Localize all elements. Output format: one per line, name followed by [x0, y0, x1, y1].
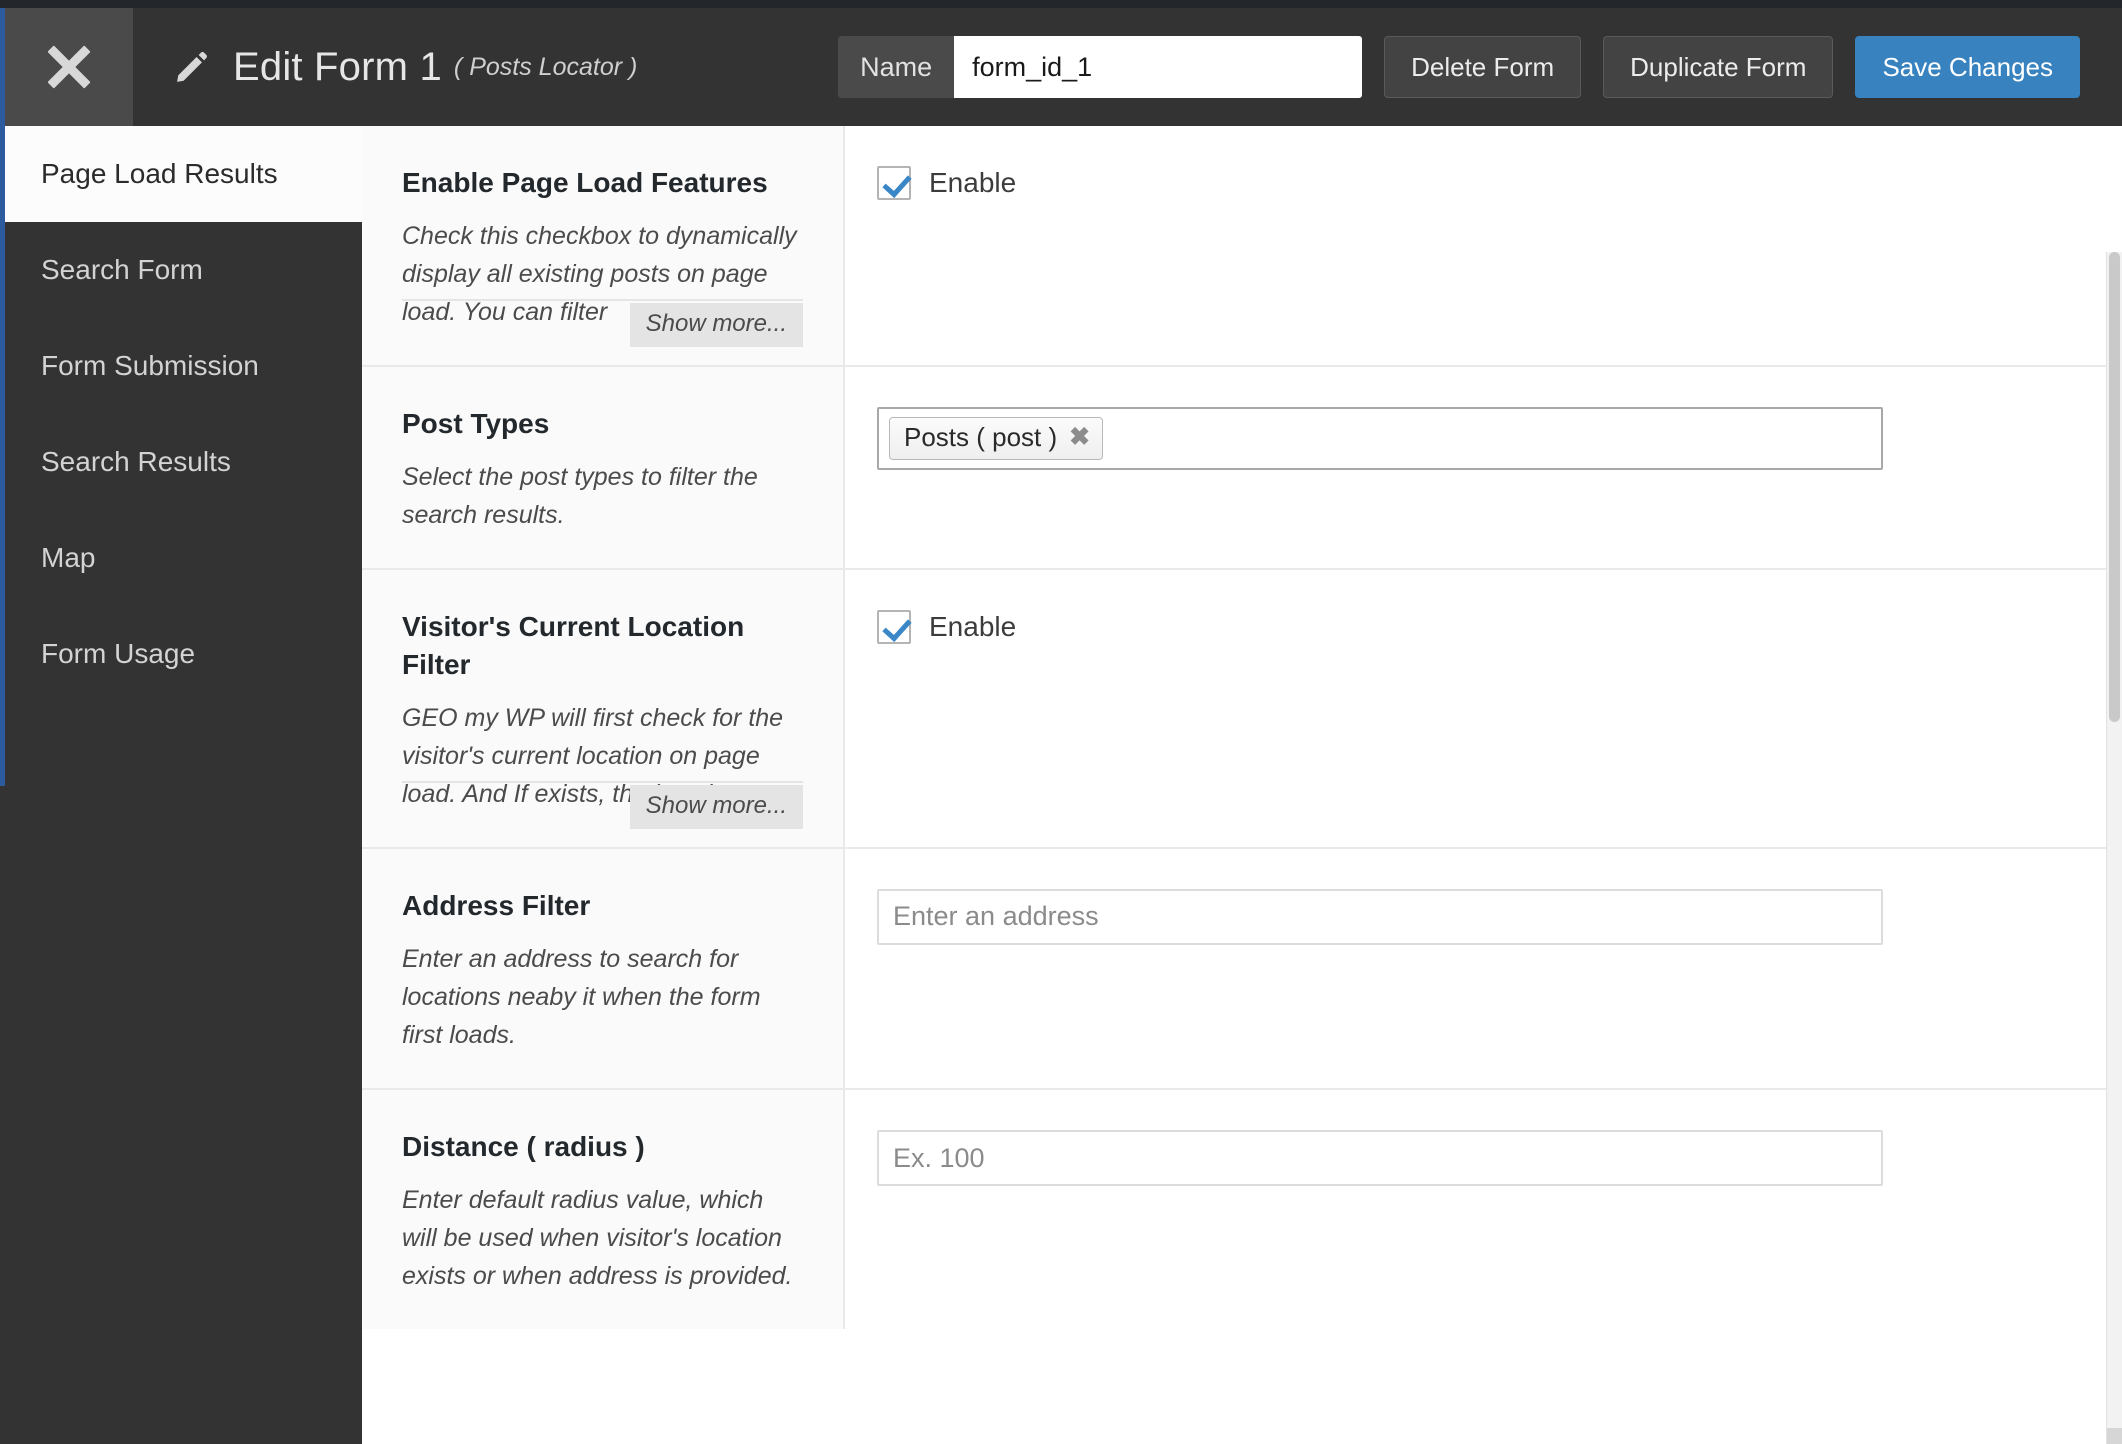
vertical-scrollbar[interactable] — [2106, 252, 2122, 1444]
close-editor-button[interactable] — [5, 8, 133, 126]
settings-row-field — [845, 1090, 2122, 1330]
sidebar-item-label: Search Form — [41, 254, 203, 285]
sidebar-item-label: Map — [41, 542, 96, 573]
sidebar-nav-list: Page Load Results Search Form Form Submiss… — [5, 126, 362, 702]
show-more-button[interactable]: Show more... — [629, 784, 803, 829]
page-title: Edit Form 1 — [233, 44, 442, 89]
form-editor-window: Edit Form 1 ( Posts Locator ) Name Delet… — [0, 0, 2122, 1444]
sidebar-item-search-results[interactable]: Search Results — [5, 414, 362, 510]
settings-row-field: Posts ( post ) ✖ — [845, 367, 2122, 569]
settings-row-label: Visitor's Current Location Filter GEO my … — [362, 570, 845, 847]
sidebar-item-label: Form Submission — [41, 350, 259, 381]
duplicate-form-button[interactable]: Duplicate Form — [1603, 36, 1834, 98]
settings-row-title: Enable Page Load Features — [402, 167, 768, 198]
show-more-divider: Show more... — [402, 299, 803, 348]
sidebar-item-page-load-results[interactable]: Page Load Results — [5, 126, 362, 222]
form-name-label: Name — [838, 36, 955, 98]
scrollbar-corner — [2107, 1428, 2122, 1444]
sidebar-item-label: Page Load Results — [41, 158, 278, 189]
sidebar-item-map[interactable]: Map — [5, 510, 362, 606]
enable-checkbox-group[interactable]: Enable — [877, 610, 2122, 645]
enable-checkbox-group[interactable]: Enable — [877, 166, 2122, 200]
settings-row-description: Enter default radius value, which will b… — [402, 1186, 793, 1291]
post-type-token[interactable]: Posts ( post ) ✖ — [889, 417, 1104, 461]
settings-row-label: Post Types Select the post types to filte… — [362, 367, 845, 569]
settings-row-title: Address Filter — [402, 889, 591, 921]
settings-row: Address Filter Enter an address to search… — [362, 848, 2122, 1091]
close-icon — [47, 45, 91, 89]
editor-body: Page Load Results Search Form Form Submiss… — [0, 126, 2122, 1444]
page-subtitle: ( Posts Locator ) — [453, 52, 638, 81]
settings-row: Enable Page Load Features Check this chec… — [362, 126, 2122, 368]
editor-title-group: Edit Form 1 ( Posts Locator ) — [133, 8, 838, 126]
settings-row-description: Enter an address to search for locations… — [402, 945, 761, 1050]
pencil-icon — [173, 48, 211, 86]
form-name-input[interactable] — [954, 36, 1363, 98]
address-filter-input[interactable] — [877, 888, 1883, 945]
sidebar-item-form-submission[interactable]: Form Submission — [5, 318, 362, 414]
save-changes-button[interactable]: Save Changes — [1855, 36, 2080, 98]
post-types-token-input[interactable]: Posts ( post ) ✖ — [877, 407, 1883, 471]
settings-row-label: Address Filter Enter an address to search… — [362, 848, 845, 1089]
distance-radius-input[interactable] — [877, 1130, 1883, 1187]
settings-sidebar: Page Load Results Search Form Form Submiss… — [0, 126, 362, 1444]
settings-row-description: Select the post types to filter the sear… — [402, 463, 758, 530]
settings-row-title: Distance ( radius ) — [402, 1131, 645, 1163]
toolbar-accent-bar — [0, 8, 5, 126]
enable-checkbox[interactable] — [877, 610, 911, 645]
settings-row-label: Distance ( radius ) Enter default radius … — [362, 1090, 845, 1330]
show-more-button[interactable]: Show more... — [629, 303, 803, 348]
settings-row-label: Enable Page Load Features Check this chec… — [362, 126, 845, 366]
settings-rows: Enable Page Load Features Check this chec… — [362, 126, 2122, 1330]
vertical-scrollbar-thumb[interactable] — [2109, 252, 2120, 722]
toolbar-actions: Name Delete Form Duplicate Form Save Cha… — [838, 8, 2122, 126]
close-icon[interactable]: ✖ — [1069, 425, 1090, 450]
settings-panel: Enable Page Load Features Check this chec… — [362, 126, 2122, 1444]
show-more-divider: Show more... — [402, 780, 803, 829]
sidebar-item-label: Form Usage — [41, 638, 196, 669]
sidebar-item-form-usage[interactable]: Form Usage — [5, 606, 362, 702]
settings-row-title: Post Types — [402, 408, 550, 440]
form-name-group: Name — [838, 36, 1363, 98]
post-type-token-label: Posts ( post ) — [904, 422, 1058, 453]
settings-row-field: Enable — [845, 570, 2122, 847]
enable-checkbox-label[interactable]: Enable — [929, 167, 1016, 199]
editor-toolbar: Edit Form 1 ( Posts Locator ) Name Delet… — [0, 0, 2122, 126]
settings-row: Visitor's Current Location Filter GEO my … — [362, 570, 2122, 849]
sidebar-accent-bar — [0, 126, 5, 786]
settings-row-title: Visitor's Current Location Filter — [402, 611, 745, 680]
sidebar-item-label: Search Results — [41, 446, 231, 477]
settings-row-field: Enable — [845, 126, 2122, 366]
enable-checkbox[interactable] — [877, 166, 911, 200]
enable-checkbox-label[interactable]: Enable — [929, 611, 1016, 643]
settings-row-field — [845, 848, 2122, 1089]
sidebar-item-search-form[interactable]: Search Form — [5, 222, 362, 318]
settings-row: Post Types Select the post types to filte… — [362, 367, 2122, 571]
settings-row: Distance ( radius ) Enter default radius … — [362, 1090, 2122, 1330]
delete-form-button[interactable]: Delete Form — [1384, 36, 1582, 98]
